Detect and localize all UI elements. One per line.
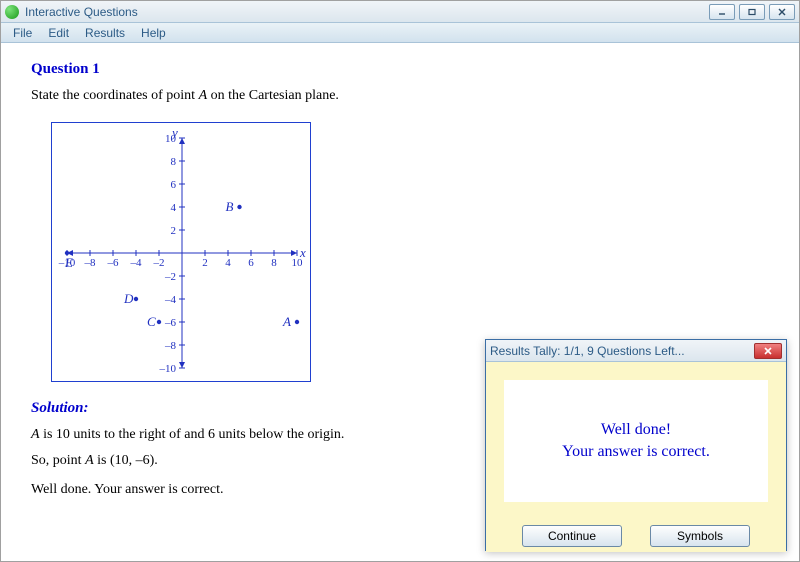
- question-prompt-pre: State the coordinates of point: [31, 88, 199, 103]
- solution-line2-ptA: A: [85, 453, 94, 468]
- minimize-icon: [717, 8, 727, 16]
- svg-text:4: 4: [171, 202, 177, 214]
- question-prompt-post: on the Cartesian plane.: [207, 88, 339, 103]
- tally-message: Well done! Your answer is correct.: [504, 380, 768, 502]
- results-tally-window: Results Tally: 1/1, 9 Questions Left... …: [485, 339, 787, 551]
- window-title: Interactive Questions: [25, 5, 709, 19]
- svg-text:4: 4: [225, 257, 231, 269]
- svg-text:E: E: [64, 255, 73, 270]
- svg-text:–10: –10: [159, 363, 177, 375]
- solution-line2-post: is (10, –6).: [94, 453, 158, 468]
- svg-text:2: 2: [171, 225, 177, 237]
- tally-close-button[interactable]: [754, 343, 782, 359]
- tally-msg-1: Well done!: [601, 419, 671, 441]
- menubar: File Edit Results Help: [1, 23, 799, 43]
- window-buttons: [709, 4, 795, 20]
- tally-body: Well done! Your answer is correct.: [486, 362, 786, 520]
- app-icon: [5, 5, 19, 19]
- menu-results[interactable]: Results: [77, 24, 133, 42]
- maximize-button[interactable]: [739, 4, 765, 20]
- symbols-button[interactable]: Symbols: [650, 525, 750, 547]
- svg-text:8: 8: [171, 156, 177, 168]
- cartesian-plot: xy–10–8–6–4–2246810–10–8–6–4–2246810ABCD…: [51, 122, 311, 382]
- svg-text:–4: –4: [130, 257, 143, 269]
- question-point-label: A: [199, 88, 208, 103]
- continue-button[interactable]: Continue: [522, 525, 622, 547]
- tally-titlebar: Results Tally: 1/1, 9 Questions Left...: [486, 340, 786, 362]
- svg-text:8: 8: [271, 257, 277, 269]
- solution-line1-text: is 10 units to the right of and 6 units …: [40, 427, 345, 442]
- question-text: State the coordinates of point A on the …: [31, 88, 769, 104]
- maximize-icon: [747, 8, 757, 16]
- svg-text:–2: –2: [153, 257, 165, 269]
- tally-msg-2: Your answer is correct.: [562, 441, 710, 463]
- svg-text:–8: –8: [164, 340, 177, 352]
- solution-line2-pre: So, point: [31, 453, 85, 468]
- menu-file[interactable]: File: [5, 24, 40, 42]
- close-icon: [777, 8, 787, 16]
- svg-text:–6: –6: [107, 257, 120, 269]
- svg-text:A: A: [282, 314, 291, 329]
- svg-text:–4: –4: [164, 294, 177, 306]
- svg-text:–2: –2: [164, 271, 176, 283]
- menu-help[interactable]: Help: [133, 24, 174, 42]
- svg-text:D: D: [123, 291, 134, 306]
- svg-text:10: 10: [165, 133, 177, 145]
- question-heading: Question 1: [31, 61, 769, 78]
- menu-edit[interactable]: Edit: [40, 24, 77, 42]
- solution-line1-ptA: A: [31, 427, 40, 442]
- minimize-button[interactable]: [709, 4, 735, 20]
- close-button[interactable]: [769, 4, 795, 20]
- close-icon: [763, 347, 773, 355]
- svg-text:B: B: [226, 199, 234, 214]
- svg-text:10: 10: [292, 257, 304, 269]
- titlebar: Interactive Questions: [1, 1, 799, 23]
- svg-text:C: C: [147, 314, 156, 329]
- tally-title: Results Tally: 1/1, 9 Questions Left...: [490, 344, 754, 358]
- svg-text:2: 2: [202, 257, 208, 269]
- svg-text:6: 6: [171, 179, 177, 191]
- plot-svg: xy–10–8–6–4–2246810–10–8–6–4–2246810ABCD…: [52, 123, 312, 383]
- svg-text:6: 6: [248, 257, 254, 269]
- tally-buttons: Continue Symbols: [486, 520, 786, 552]
- svg-text:–8: –8: [84, 257, 97, 269]
- svg-text:–6: –6: [164, 317, 177, 329]
